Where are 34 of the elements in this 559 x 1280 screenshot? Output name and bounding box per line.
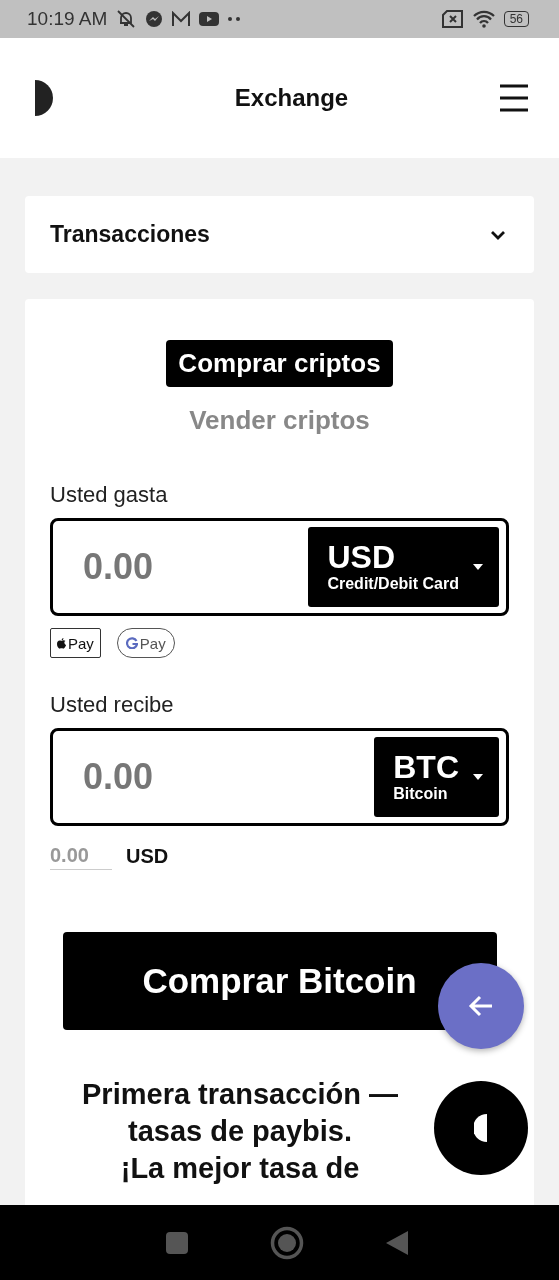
caret-icon xyxy=(473,564,483,570)
logo-icon xyxy=(34,80,54,116)
home-icon[interactable] xyxy=(270,1225,304,1260)
mode-tab[interactable]: Vender criptos xyxy=(177,397,382,444)
apple-icon xyxy=(57,637,66,649)
mode-tab[interactable]: Comprar criptos xyxy=(166,340,393,387)
crypto-select[interactable]: BTC Bitcoin xyxy=(374,737,499,817)
wifi-icon xyxy=(471,10,496,28)
mail-icon xyxy=(171,11,192,27)
field-label: Usted recibe xyxy=(50,692,175,718)
status-time: 10:19 AM xyxy=(27,8,108,30)
fiat-amount-field[interactable]: 0.00 xyxy=(50,842,112,870)
amount-field[interactable]: 0.00 BTC Bitcoin xyxy=(50,728,509,826)
half-moon-icon xyxy=(474,1114,488,1142)
caret-icon xyxy=(473,774,483,780)
video-icon xyxy=(199,11,220,27)
promo-headline: Primera transacción — tasas de paybis. ¡La mejor tasa de xyxy=(81,1077,399,1186)
currency-select[interactable]: USD Credit/Debit Card xyxy=(308,527,499,607)
page-title: Exchange xyxy=(233,84,349,112)
amount-field[interactable]: 0.00 USD Credit/Debit Card xyxy=(50,518,509,616)
buy-button[interactable]: Comprar Bitcoin xyxy=(62,932,497,1030)
more-dots-icon xyxy=(227,16,242,22)
apple-pay-badge[interactable]: Pay xyxy=(50,628,101,658)
field-label: Usted gasta xyxy=(50,482,169,508)
sim-icon xyxy=(441,10,464,28)
battery-level: 56 xyxy=(503,11,529,27)
back-arrow-icon xyxy=(468,995,494,1017)
google-g-icon xyxy=(125,637,138,649)
back-icon[interactable] xyxy=(384,1229,409,1256)
messenger-icon xyxy=(145,10,164,28)
fiat-currency: USD xyxy=(126,844,169,868)
recents-icon[interactable] xyxy=(165,1230,190,1255)
menu-icon[interactable] xyxy=(499,83,529,113)
transactions-dropdown[interactable]: Transacciones xyxy=(25,196,534,273)
